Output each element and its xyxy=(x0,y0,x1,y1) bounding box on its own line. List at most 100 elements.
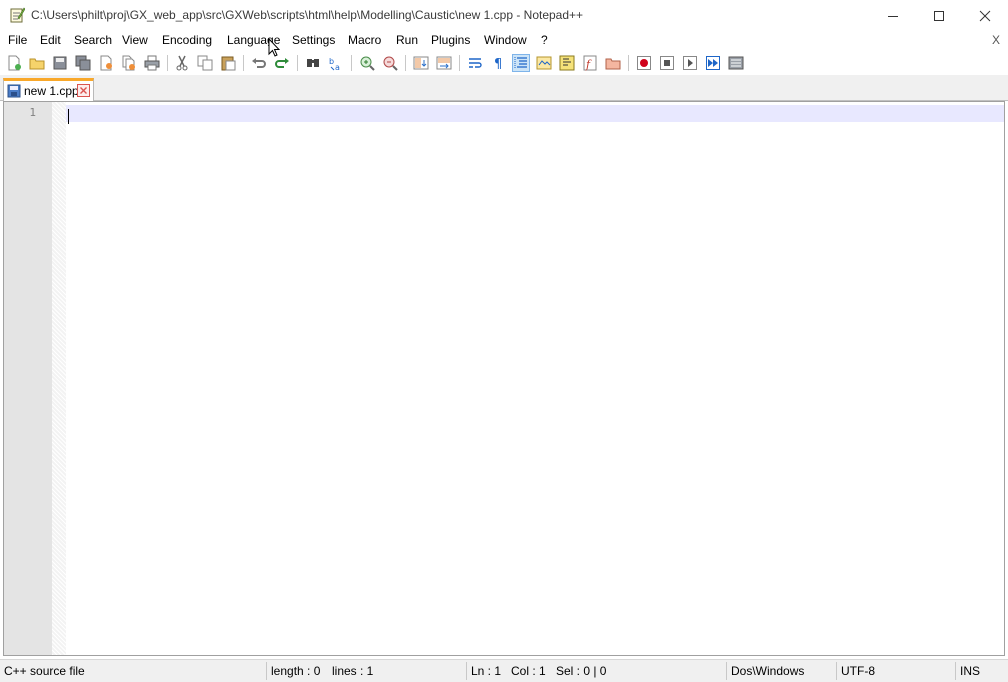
user-language-icon xyxy=(536,56,552,70)
status-encoding[interactable]: UTF-8 xyxy=(841,664,875,678)
menu-window[interactable]: Window xyxy=(484,33,527,47)
new-file-button[interactable] xyxy=(5,54,23,72)
print-button[interactable] xyxy=(143,54,161,72)
show-all-characters-button[interactable]: ¶ xyxy=(489,54,507,72)
text-area[interactable] xyxy=(66,102,1004,655)
menu-encoding[interactable]: Encoding xyxy=(162,33,212,47)
menu-run[interactable]: Run xyxy=(396,33,418,47)
copy-button[interactable] xyxy=(196,54,214,72)
menu-macro[interactable]: Macro xyxy=(348,33,381,47)
folder-as-workspace-icon xyxy=(605,58,621,70)
close-icon[interactable] xyxy=(77,84,90,97)
sync-vertical-button[interactable] xyxy=(412,54,430,72)
word-wrap-icon xyxy=(469,58,482,68)
toolbar: ba ¶ f xyxy=(0,51,1008,75)
status-eol[interactable]: Dos\Windows xyxy=(731,664,804,678)
user-language-button[interactable] xyxy=(535,54,553,72)
close-all-button[interactable] xyxy=(120,54,138,72)
sync-vertical-icon xyxy=(413,56,429,70)
open-file-button[interactable] xyxy=(28,54,46,72)
close-button[interactable] xyxy=(97,54,115,72)
fold-margin[interactable] xyxy=(52,102,66,655)
status-bar: C++ source file length : 0 lines : 1 Ln … xyxy=(0,659,1008,682)
maximize-icon xyxy=(934,10,944,21)
toolbar-separator xyxy=(351,55,352,71)
record-macro-button[interactable] xyxy=(635,54,653,72)
title-bar: C:\Users\philt\proj\GX_web_app\src\GXWeb… xyxy=(0,0,1008,31)
indent-guide-button[interactable] xyxy=(512,54,530,72)
function-list-button[interactable]: f xyxy=(581,54,599,72)
sync-horizontal-button[interactable] xyxy=(435,54,453,72)
function-list-icon: f xyxy=(583,55,597,71)
menu-file[interactable]: File xyxy=(8,33,27,47)
menu-edit[interactable]: Edit xyxy=(40,33,61,47)
replace-button[interactable]: ba xyxy=(327,54,345,72)
close-document-button[interactable]: X xyxy=(992,33,1000,47)
stop-recording-icon xyxy=(660,56,674,70)
zoom-in-button[interactable] xyxy=(358,54,376,72)
toolbar-separator xyxy=(628,55,629,71)
undo-icon xyxy=(252,58,266,68)
paste-button[interactable] xyxy=(219,54,237,72)
status-insert-mode[interactable]: INS xyxy=(960,664,980,678)
playback-macro-button[interactable] xyxy=(681,54,699,72)
document-map-button[interactable] xyxy=(558,54,576,72)
sync-horizontal-icon xyxy=(436,56,452,70)
undo-button[interactable] xyxy=(250,54,268,72)
toolbar-separator xyxy=(405,55,406,71)
menu-view[interactable]: View xyxy=(122,33,148,47)
save-macro-icon xyxy=(728,56,744,70)
word-wrap-button[interactable] xyxy=(466,54,484,72)
status-separator xyxy=(466,662,467,680)
svg-text:¶: ¶ xyxy=(494,57,502,71)
save-all-icon xyxy=(75,55,91,71)
status-line: Ln : 1 xyxy=(471,664,502,678)
maximize-button[interactable] xyxy=(916,0,962,31)
status-separator xyxy=(266,662,267,680)
saved-state-icon xyxy=(7,84,21,98)
toolbar-separator xyxy=(297,55,298,71)
close-all-icon xyxy=(122,55,135,71)
stop-recording-button[interactable] xyxy=(658,54,676,72)
status-length: length : 0 xyxy=(271,664,321,678)
zoom-out-button[interactable] xyxy=(381,54,399,72)
window-title: C:\Users\philt\proj\GX_web_app\src\GXWeb… xyxy=(31,8,584,22)
status-selection: Sel : 0 | 0 xyxy=(556,664,607,678)
status-lines: lines : 1 xyxy=(332,664,374,678)
open-file-icon xyxy=(29,58,45,70)
close-window-button[interactable] xyxy=(962,0,1008,31)
folder-as-workspace-button[interactable] xyxy=(604,54,622,72)
run-macro-multiple-icon xyxy=(706,56,720,70)
close-icon xyxy=(100,55,112,71)
zoom-in-icon xyxy=(360,56,375,71)
replace-icon: ba xyxy=(329,57,340,71)
redo-icon xyxy=(275,58,289,68)
record-macro-icon xyxy=(637,56,651,70)
minimize-icon xyxy=(888,15,898,17)
toolbar-separator xyxy=(243,55,244,71)
status-column: Col : 1 xyxy=(511,664,546,678)
save-icon xyxy=(53,56,67,70)
line-number: 1 xyxy=(29,106,36,119)
menu-search[interactable]: Search xyxy=(74,33,112,47)
toolbar-separator xyxy=(459,55,460,71)
text-caret xyxy=(68,109,69,124)
save-macro-button[interactable] xyxy=(727,54,745,72)
tab-label: new 1.cpp xyxy=(24,84,79,98)
menu-bar: File Edit Search View Encoding Language … xyxy=(0,31,1008,51)
status-separator xyxy=(955,662,956,680)
tab-new-1-cpp[interactable]: new 1.cpp xyxy=(3,78,94,101)
run-macro-multiple-button[interactable] xyxy=(704,54,722,72)
menu-settings[interactable]: Settings xyxy=(292,33,335,47)
editor[interactable]: 1 xyxy=(3,101,1005,656)
save-all-button[interactable] xyxy=(74,54,92,72)
menu-help[interactable]: ? xyxy=(541,33,548,47)
line-number-margin: 1 xyxy=(4,102,52,655)
save-button[interactable] xyxy=(51,54,69,72)
cut-button[interactable] xyxy=(173,54,191,72)
menu-plugins[interactable]: Plugins xyxy=(431,33,470,47)
minimize-button[interactable] xyxy=(870,0,916,31)
find-button[interactable] xyxy=(304,54,322,72)
copy-icon xyxy=(197,55,213,71)
status-separator xyxy=(726,662,727,680)
